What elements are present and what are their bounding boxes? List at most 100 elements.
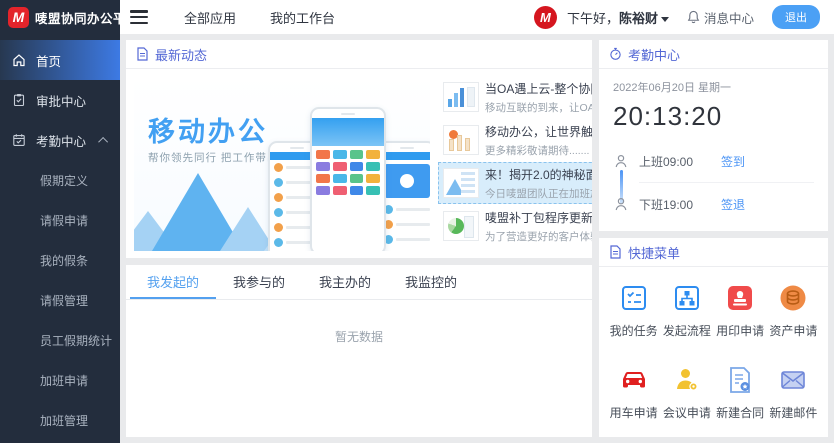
top-nav: 全部应用 我的工作台: [184, 8, 335, 27]
quick-item-label: 新建邮件: [769, 404, 817, 421]
news-title: 移动办公，让世界触手可: [485, 123, 592, 140]
news-item[interactable]: 移动办公，让世界触手可 更多精彩敬请期待.......: [438, 119, 592, 161]
nav-my-workspace[interactable]: 我的工作台: [270, 8, 335, 27]
panel-title: 最新动态: [155, 45, 207, 64]
sidebar-item-approval[interactable]: 审批中心: [0, 80, 120, 120]
news-thumbnail: [443, 125, 479, 155]
checkin-row: 上班09:00 签到: [613, 146, 814, 176]
quick-menu-panel: 快捷菜单 我的任务 发起流程 用印申请: [599, 238, 828, 437]
calendar-icon: [12, 133, 26, 147]
tab-monitored-by-me[interactable]: 我监控的: [388, 265, 474, 299]
news-item-selected[interactable]: 来！揭开2.0的神秘面纱~ 今日唛盟团队正在加班加点，: [438, 162, 592, 204]
quick-item-meeting-request[interactable]: 会议申请: [660, 365, 713, 421]
news-list: 当OA遇上云-整个协同OA 移动互联的到来，让OA与云 移动办公，让世界触手可 …: [438, 76, 592, 251]
message-center[interactable]: 消息中心: [687, 8, 754, 27]
checkout-row: 下班19:00 签退: [613, 189, 814, 219]
tasks-panel: 我发起的 我参与的 我主办的 我监控的 暂无数据: [126, 265, 592, 437]
promo-banner[interactable]: 移动办公 帮你领先同行 把工作带出办公室: [134, 76, 430, 251]
panel-title: 快捷菜单: [628, 243, 680, 262]
quick-item-label: 用车申请: [610, 404, 658, 421]
menu-toggle-icon[interactable]: [130, 10, 148, 24]
chevron-down-icon: [661, 17, 669, 22]
sidebar-item-home[interactable]: 首页: [0, 40, 120, 80]
sidebar-subitem-leave-request[interactable]: 请假申请: [0, 200, 120, 240]
news-thumbnail: [443, 168, 479, 198]
task-icon: [619, 283, 649, 313]
message-center-label: 消息中心: [704, 8, 754, 27]
brand-logo-icon: M: [8, 7, 29, 28]
chevron-up-icon: [98, 136, 108, 146]
main-area: 最新动态 移动办公 帮你领先同行 把工作带出办公室: [120, 34, 834, 443]
logout-button[interactable]: 退出: [772, 5, 820, 29]
news-desc: 移动互联的到来，让OA与云: [485, 100, 592, 115]
quick-item-label: 发起流程: [663, 322, 711, 339]
document-icon: [609, 245, 622, 259]
news-item[interactable]: 当OA遇上云-整个协同OA 移动互联的到来，让OA与云: [438, 76, 592, 118]
tab-participated[interactable]: 我参与的: [216, 265, 302, 299]
clipboard-icon: [12, 93, 26, 107]
person-icon: [614, 197, 628, 211]
banner-headline: 移动办公: [148, 110, 268, 149]
panel-title: 考勤中心: [628, 45, 680, 64]
flow-icon: [672, 283, 702, 313]
stopwatch-icon: [609, 47, 622, 61]
bell-icon: [687, 10, 700, 24]
sidebar-subitem-leave-manage[interactable]: 请假管理: [0, 280, 120, 320]
user-avatar[interactable]: M: [534, 6, 557, 29]
checkout-label: 下班19:00: [639, 196, 711, 213]
quick-item-label: 资产申请: [769, 322, 817, 339]
latest-news-panel: 最新动态 移动办公 帮你领先同行 把工作带出办公室: [126, 40, 592, 258]
quick-item-start-flow[interactable]: 发起流程: [660, 283, 713, 339]
sidebar-subitem-staff-holiday-stats[interactable]: 员工假期统计: [0, 320, 120, 360]
app-title: 唛盟协同办公平台: [35, 8, 139, 27]
news-item[interactable]: 唛盟补丁包程序更新 为了营造更好的客户体验，唛: [438, 205, 592, 247]
quick-item-new-mail[interactable]: 新建邮件: [767, 365, 820, 421]
sidebar-item-attendance[interactable]: 考勤中心: [0, 120, 120, 160]
user-greeting[interactable]: 下午好，陈裕财: [567, 8, 669, 27]
checkin-link[interactable]: 签到: [721, 153, 745, 170]
home-icon: [12, 53, 26, 67]
sidebar-subitem-overtime-manage[interactable]: 加班管理: [0, 400, 120, 440]
brand-area: M 唛盟协同办公平台: [0, 0, 120, 34]
username: 陈裕财: [619, 11, 658, 26]
checkout-link[interactable]: 签退: [721, 196, 745, 213]
sidebar-item-label: 审批中心: [36, 91, 86, 110]
tasks-tabs: 我发起的 我参与的 我主办的 我监控的: [126, 265, 592, 300]
banner-phone-mockup: [310, 107, 386, 251]
sidebar: 首页 审批中心 考勤中心 假期定义 请假申请 我的假条 请假管理 员工假期统计 …: [0, 34, 120, 443]
tab-hosted-by-me[interactable]: 我主办的: [302, 265, 388, 299]
quick-item-label: 我的任务: [610, 322, 658, 339]
news-title: 当OA遇上云-整个协同OA: [485, 80, 592, 97]
news-desc: 今日唛盟团队正在加班加点，: [485, 186, 592, 201]
quick-item-new-contract[interactable]: 新建合同: [714, 365, 767, 421]
checkin-label: 上班09:00: [639, 153, 711, 170]
tab-initiated-by-me[interactable]: 我发起的: [130, 265, 216, 299]
quick-item-my-tasks[interactable]: 我的任务: [607, 283, 660, 339]
quick-item-seal-request[interactable]: 用印申请: [714, 283, 767, 339]
quick-item-label: 新建合同: [716, 404, 764, 421]
sidebar-subitem-holiday-def[interactable]: 假期定义: [0, 160, 120, 200]
attendance-date: 2022年06月20日 星期一: [613, 79, 814, 95]
quick-item-label: 会议申请: [663, 404, 711, 421]
quick-item-asset-request[interactable]: 资产申请: [767, 283, 820, 339]
sidebar-subitem-overtime-request[interactable]: 加班申请: [0, 360, 120, 400]
attendance-body: 2022年06月20日 星期一 20:13:20 上班09:00 签到 下班19…: [599, 69, 828, 229]
quick-menu-header: 快捷菜单: [599, 238, 828, 267]
header-right: M 下午好，陈裕财 消息中心 退出: [534, 5, 834, 29]
right-column: 考勤中心 2022年06月20日 星期一 20:13:20 上班09:00 签到: [599, 40, 828, 437]
contract-icon: [725, 365, 755, 395]
latest-news-header: 最新动态: [126, 40, 592, 69]
news-thumbnail: [443, 82, 479, 112]
car-icon: [619, 365, 649, 395]
nav-all-apps[interactable]: 全部应用: [184, 8, 236, 27]
news-desc: 更多精彩敬请期待.......: [485, 143, 592, 158]
meeting-icon: [672, 365, 702, 395]
sidebar-subitem-my-leave[interactable]: 我的假条: [0, 240, 120, 280]
stamp-icon: [725, 283, 755, 313]
asset-icon: [778, 283, 808, 313]
news-thumbnail: [443, 211, 479, 241]
mail-icon: [778, 365, 808, 395]
sidebar-item-label: 首页: [36, 51, 61, 70]
empty-state-text: 暂无数据: [126, 300, 592, 345]
quick-item-vehicle-request[interactable]: 用车申请: [607, 365, 660, 421]
